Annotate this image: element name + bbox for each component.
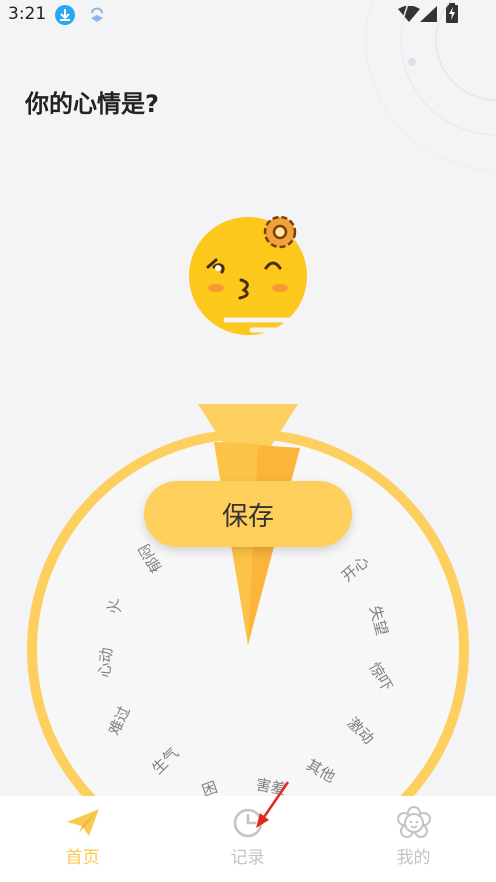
paper-plane-icon [66,809,99,836]
save-button[interactable]: 保存 [144,481,352,547]
tab-mine[interactable]: 我的 [331,796,496,882]
bottom-tab-bar: 首页 记录 我的 [0,796,496,882]
mood-emoji-icon [189,215,307,335]
mood-option[interactable]: 心动 [93,647,117,679]
status-time: 3:21 [8,4,47,24]
app-notification-icon [91,7,103,22]
tab-home[interactable]: 首页 [0,796,165,882]
decorative-rings [365,0,496,170]
mood-wheel-graphic [27,404,469,800]
annotation-arrow [256,781,290,828]
download-icon [55,5,75,25]
page-title: 你的心情是? [25,90,159,118]
mood-wheel[interactable]: 郁闷 火 心动 难过 生气 困 害羞 其他 激动 惊吓 失望 开心 [0,400,496,800]
tab-home-label: 首页 [65,848,100,868]
tab-records[interactable]: 记录 [165,796,330,882]
tab-mine-label: 我的 [396,848,431,868]
flower-face-icon [396,806,431,838]
tab-records-label: 记录 [230,848,265,868]
